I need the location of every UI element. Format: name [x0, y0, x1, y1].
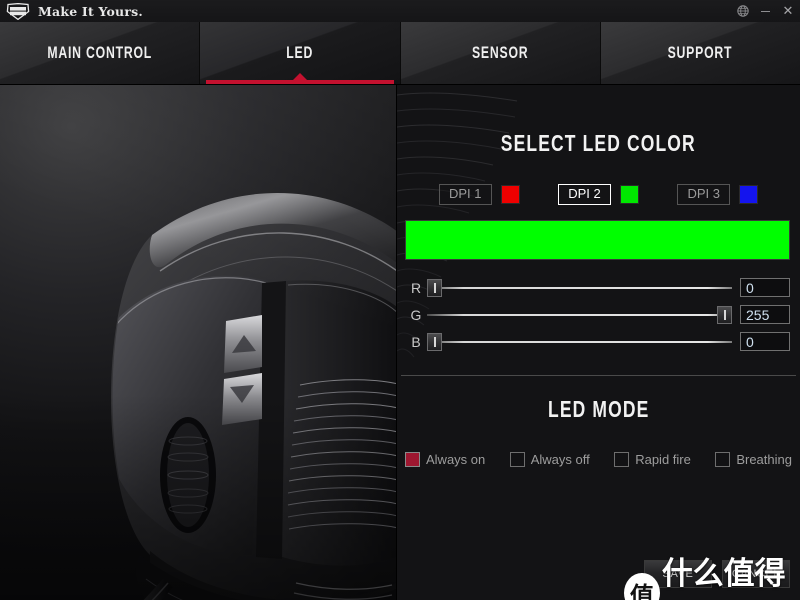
dpi-selector-row: DPI 1 DPI 2 DPI 3	[397, 184, 800, 205]
app-title: Make It Yours.	[38, 3, 143, 19]
minimize-icon[interactable]	[754, 0, 776, 22]
tab-caret-icon	[292, 73, 307, 80]
dpi-1-group[interactable]: DPI 1	[439, 184, 520, 205]
slider-value-b[interactable]: 0	[740, 332, 790, 351]
window-controls: ✕	[732, 0, 800, 22]
slider-track-r[interactable]	[427, 277, 732, 299]
slider-label-b: B	[411, 333, 421, 350]
dpi-2-button[interactable]: DPI 2	[558, 184, 611, 205]
close-icon[interactable]: ✕	[776, 0, 800, 22]
minimize-dash	[760, 10, 770, 12]
slider-track-b[interactable]	[427, 331, 732, 353]
checkbox-rapid-fire[interactable]	[614, 452, 630, 467]
dpi-3-group[interactable]: DPI 3	[677, 184, 758, 205]
slider-row-b: B 0	[405, 328, 800, 355]
slider-line	[427, 286, 732, 289]
hero-vignette	[0, 85, 396, 600]
slider-label-g: G	[410, 306, 422, 323]
slider-value-g[interactable]: 255	[740, 305, 790, 324]
cooler-master-logo	[6, 2, 30, 20]
tab-label: SUPPORT	[668, 43, 733, 62]
led-mode-label: LED MODE	[547, 396, 650, 422]
save-button[interactable]: SAVE	[644, 560, 712, 588]
slider-knob-g[interactable]	[717, 305, 732, 324]
mode-label: Always off	[530, 452, 590, 467]
tab-label: SENSOR	[471, 43, 529, 62]
led-settings-panel: SELECT LED COLOR DPI 1 DPI 2 DPI 3 R 0 G…	[396, 85, 800, 600]
select-led-color-title: SELECT LED COLOR	[397, 130, 800, 157]
mode-breathing[interactable]: Breathing	[715, 452, 792, 467]
color-preview-bar	[405, 220, 790, 260]
tab-underline	[206, 80, 394, 84]
section-divider	[401, 375, 796, 376]
title-bar: Make It Yours. ✕	[0, 0, 800, 23]
led-mode-options: Always on Always off Rapid fire Breathin…	[397, 452, 800, 467]
tab-led[interactable]: LED	[200, 22, 401, 84]
cooler-master-app-window: Make It Yours. ✕ MAIN CONTROL LED SENSOR…	[0, 0, 800, 600]
dpi-1-button[interactable]: DPI 1	[439, 184, 492, 205]
dpi-1-color-swatch[interactable]	[500, 185, 520, 204]
tab-sensor[interactable]: SENSOR	[400, 22, 601, 84]
checkbox-always-on[interactable]	[405, 452, 420, 467]
slider-label-r: R	[410, 279, 422, 296]
mode-label: Breathing	[736, 452, 792, 467]
mode-always-off[interactable]: Always off	[509, 452, 590, 467]
tab-bar: MAIN CONTROL LED SENSOR SUPPORT	[0, 22, 800, 85]
tab-main-control[interactable]: MAIN CONTROL	[0, 22, 201, 84]
tab-label: LED	[286, 43, 314, 62]
slider-knob-b[interactable]	[427, 332, 442, 351]
checkbox-always-off[interactable]	[509, 452, 525, 467]
mode-always-on[interactable]: Always on	[405, 452, 485, 467]
slider-track-g[interactable]	[427, 304, 732, 326]
rgb-sliders: R 0 G 255 B 0	[397, 274, 800, 355]
mouse-product-photo	[0, 85, 396, 600]
dpi-3-color-swatch[interactable]	[738, 185, 758, 204]
dpi-2-group[interactable]: DPI 2	[558, 184, 639, 205]
slider-line	[427, 313, 732, 316]
slider-row-g: G 255	[405, 301, 800, 328]
action-button-row: SAVE CANCEL	[644, 560, 790, 588]
led-mode-title: LED MODE	[397, 396, 800, 423]
slider-row-r: R 0	[405, 274, 800, 301]
tab-support[interactable]: SUPPORT	[600, 22, 800, 84]
slider-line	[427, 340, 732, 343]
tab-label: MAIN CONTROL	[47, 43, 152, 62]
mode-label: Rapid fire	[635, 452, 691, 467]
mode-label: Always on	[426, 452, 486, 467]
cancel-button[interactable]: CANCEL	[722, 560, 790, 588]
checkbox-breathing[interactable]	[715, 452, 731, 467]
dpi-2-color-swatch[interactable]	[619, 185, 639, 204]
mode-rapid-fire[interactable]: Rapid fire	[614, 452, 691, 467]
slider-value-r[interactable]: 0	[740, 278, 790, 297]
slider-knob-r[interactable]	[427, 278, 442, 297]
globe-icon[interactable]	[732, 0, 754, 22]
select-led-color-label: SELECT LED COLOR	[501, 130, 696, 156]
dpi-3-button[interactable]: DPI 3	[677, 184, 730, 205]
